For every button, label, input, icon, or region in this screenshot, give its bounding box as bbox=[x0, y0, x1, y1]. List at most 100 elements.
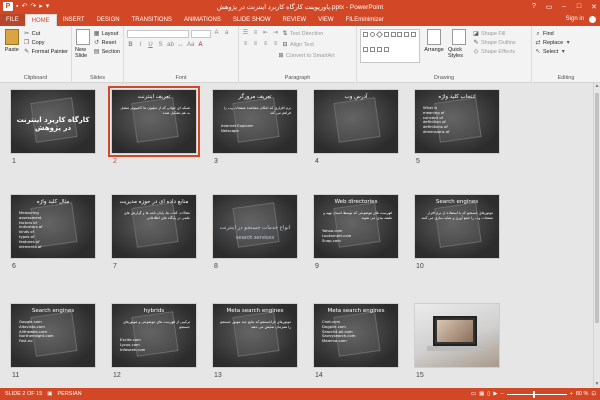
slide-sorter-view-icon[interactable]: ▦ bbox=[479, 391, 484, 397]
justify-icon[interactable]: ≡ bbox=[272, 41, 279, 48]
replace-button[interactable]: ⇄ Replace ▾ bbox=[535, 38, 597, 47]
slide-thumbnail[interactable]: کارگاه کاربرد اینترنت در پژوهش bbox=[10, 89, 96, 154]
tab-review[interactable]: REVIEW bbox=[277, 14, 313, 26]
language-indicator[interactable]: PERSIAN bbox=[58, 391, 82, 397]
strikethrough-icon[interactable]: ab bbox=[167, 42, 174, 49]
slide-thumbnail[interactable]: hybrids ترکیبی از فهرست های موضوعی و موتو… bbox=[111, 303, 197, 368]
shape-triangle-icon[interactable] bbox=[397, 32, 403, 37]
shape-line-icon[interactable] bbox=[383, 32, 389, 37]
find-button[interactable]: ⌕ Find bbox=[535, 29, 597, 38]
tab-view[interactable]: VIEW bbox=[312, 14, 339, 26]
restore-button[interactable]: □ bbox=[575, 3, 583, 10]
select-button[interactable]: ↖ Select ▾ bbox=[535, 47, 597, 56]
increase-indent-icon[interactable]: ⇥ bbox=[272, 30, 279, 37]
scroll-thumb[interactable] bbox=[595, 93, 599, 323]
zoom-in-icon[interactable]: + bbox=[570, 391, 573, 397]
ribbon-display-options-button[interactable]: ▭ bbox=[545, 3, 553, 11]
sign-in-link[interactable]: Sign in bbox=[566, 16, 584, 22]
scroll-up-icon[interactable]: ▲ bbox=[594, 83, 600, 90]
layout-button[interactable]: ▦ Layout bbox=[94, 29, 120, 38]
slide-thumbnail[interactable]: Meta search engines Cnet.com Dogpile.com Se… bbox=[313, 303, 399, 368]
shape-oval-icon[interactable] bbox=[369, 32, 375, 37]
tab-fileminimizer[interactable]: FILEminimizer bbox=[340, 14, 390, 26]
numbering-icon[interactable]: ≡ bbox=[252, 30, 259, 37]
fit-slide-icon[interactable]: ⊡ bbox=[591, 391, 596, 397]
copy-button[interactable]: ❐ Copy bbox=[24, 38, 68, 47]
shape-callout-icon[interactable] bbox=[376, 46, 382, 52]
char-spacing-icon[interactable]: ↔ bbox=[177, 42, 184, 49]
zoom-out-icon[interactable]: – bbox=[501, 391, 504, 397]
tab-animations[interactable]: ANIMATIONS bbox=[178, 14, 227, 26]
slide-thumbnail[interactable]: Meta search engines موتورهای فراجستجو که … bbox=[212, 303, 298, 368]
shape-star-icon[interactable] bbox=[411, 32, 417, 37]
slide-thumbnail[interactable]: مثال کلید واژه Measuring assessment factors… bbox=[10, 194, 96, 259]
shapes-gallery[interactable] bbox=[360, 29, 420, 63]
slide-thumbnail[interactable]: تعریف مرورگر نرم افزاری که امکان مشاهده ص… bbox=[212, 89, 298, 154]
start-slideshow-icon[interactable]: ▸ bbox=[39, 3, 43, 10]
align-text-button[interactable]: ⊟ Align Text bbox=[282, 40, 313, 49]
slideshow-view-icon[interactable]: ▶ bbox=[493, 391, 497, 397]
tab-design[interactable]: DESIGN bbox=[91, 14, 126, 26]
proofing-icon[interactable]: ▣ bbox=[47, 391, 52, 397]
font-size-combo[interactable] bbox=[191, 29, 211, 38]
slide-thumbnail[interactable] bbox=[414, 303, 500, 368]
slide-thumbnail[interactable]: Search engines Google.com Altavista.com All… bbox=[10, 303, 96, 368]
undo-icon[interactable]: ↶ bbox=[21, 3, 27, 10]
account-icon[interactable] bbox=[589, 16, 596, 23]
powerpoint-logo-icon[interactable]: P bbox=[3, 2, 13, 11]
help-button[interactable]: ? bbox=[530, 3, 538, 10]
slide-thumbnail[interactable]: منابع داده ای در حوزه مدیریت مقالات، کتاب… bbox=[111, 194, 197, 259]
customize-toolbar-icon[interactable]: ▾ bbox=[46, 3, 50, 10]
align-left-icon[interactable]: ≡ bbox=[242, 41, 249, 48]
shape-brace-icon[interactable] bbox=[369, 46, 375, 52]
scroll-down-icon[interactable]: ▼ bbox=[594, 381, 600, 388]
tab-slide-show[interactable]: SLIDE SHOW bbox=[227, 14, 277, 26]
minimize-button[interactable]: – bbox=[560, 3, 568, 10]
shape-pentagon-icon[interactable] bbox=[383, 46, 389, 52]
tab-file[interactable]: FILE bbox=[0, 14, 25, 26]
decrease-indent-icon[interactable]: ⇤ bbox=[262, 30, 269, 37]
close-button[interactable]: ✕ bbox=[590, 3, 598, 11]
redo-icon[interactable]: ↷ bbox=[30, 3, 36, 10]
text-direction-button[interactable]: ⇅ Text Direction bbox=[282, 29, 323, 38]
slide-thumbnail[interactable]: انواع خدمات جستجو در اینترنت search servi… bbox=[212, 194, 298, 259]
slide-thumbnail[interactable]: Web directories فهرست های موضوعی که توسط … bbox=[313, 194, 399, 259]
change-case-icon[interactable]: Aa bbox=[187, 42, 194, 49]
slide-thumbnail[interactable]: تعریف اینترنت شبکه ای جهانی که از میلیون … bbox=[108, 86, 200, 157]
cut-button[interactable]: ✂ Cut bbox=[24, 29, 68, 38]
save-icon[interactable]: ▪ bbox=[16, 3, 18, 10]
vertical-scrollbar[interactable]: ▲ ▼ bbox=[593, 83, 600, 388]
convert-smartart-button[interactable]: ⊞ Convert to SmartArt bbox=[242, 51, 353, 60]
grow-font-icon[interactable]: A bbox=[213, 30, 220, 37]
shape-textbox-icon[interactable] bbox=[404, 32, 410, 37]
italic-icon[interactable]: I bbox=[137, 42, 144, 49]
align-right-icon[interactable]: ≡ bbox=[262, 41, 269, 48]
zoom-slider-knob[interactable] bbox=[532, 390, 535, 398]
zoom-slider[interactable] bbox=[506, 390, 567, 398]
bullets-icon[interactable]: ☰ bbox=[242, 30, 249, 37]
tab-transitions[interactable]: TRANSITIONS bbox=[126, 14, 178, 26]
shape-diamond-icon[interactable] bbox=[375, 30, 383, 39]
font-color-icon[interactable]: A bbox=[197, 42, 204, 49]
shape-outline-button[interactable]: ✎ Shape Outline bbox=[473, 38, 515, 47]
underline-icon[interactable]: U bbox=[147, 42, 154, 49]
font-name-combo[interactable] bbox=[127, 29, 189, 38]
section-button[interactable]: ▤ Section bbox=[94, 47, 120, 56]
shape-fill-button[interactable]: ◪ Shape Fill bbox=[473, 29, 516, 38]
bold-icon[interactable]: B bbox=[127, 42, 134, 49]
shape-arrow-icon[interactable] bbox=[390, 32, 396, 37]
slide-thumbnail[interactable]: آدرس وب bbox=[313, 89, 399, 154]
zoom-level[interactable]: 80 % bbox=[576, 391, 589, 397]
shape-curve-icon[interactable] bbox=[363, 46, 368, 52]
reading-view-icon[interactable]: ▯ bbox=[487, 391, 490, 397]
reset-button[interactable]: ↺ Reset bbox=[94, 38, 120, 47]
tab-insert[interactable]: INSERT bbox=[57, 14, 91, 26]
shape-rectangle-icon[interactable] bbox=[363, 32, 368, 37]
slide-thumbnail[interactable]: انتخاب کلید واژه What is meaning of concept… bbox=[414, 89, 500, 154]
tab-home[interactable]: HOME bbox=[24, 14, 57, 26]
align-center-icon[interactable]: ≡ bbox=[252, 41, 259, 48]
shrink-font-icon[interactable]: a bbox=[223, 30, 230, 37]
format-painter-button[interactable]: ✎ Format Painter bbox=[24, 47, 68, 56]
shadow-icon[interactable]: S bbox=[157, 42, 164, 49]
normal-view-icon[interactable]: ▭ bbox=[471, 391, 476, 397]
